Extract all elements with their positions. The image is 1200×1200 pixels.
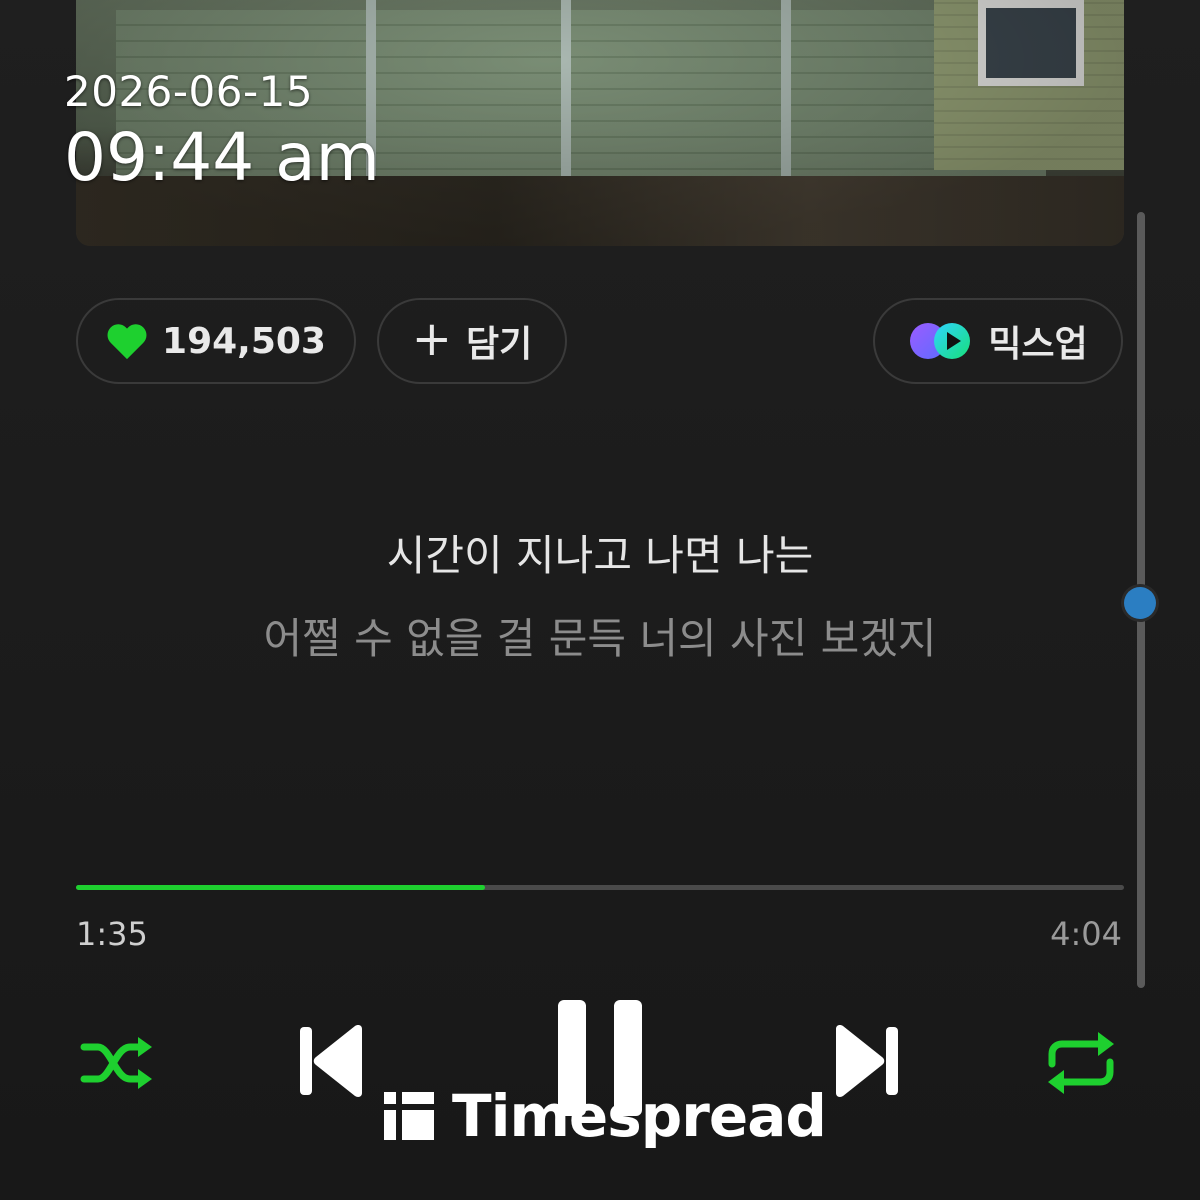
- elapsed-time: 1:35: [76, 915, 148, 953]
- watermark-logo-icon: [384, 1092, 434, 1140]
- mixup-logo-icon: [910, 323, 971, 359]
- like-button[interactable]: 194,503: [76, 298, 356, 384]
- mixup-button[interactable]: 믹스업: [873, 298, 1123, 384]
- like-count: 194,503: [162, 320, 326, 362]
- skip-previous-icon[interactable]: [298, 1023, 364, 1099]
- seek-bar[interactable]: [76, 885, 1124, 890]
- plus-icon: +: [411, 311, 452, 367]
- total-time: 4:04: [1050, 915, 1122, 953]
- timestamp-overlay: 2026-06-15 09:44 am: [64, 68, 380, 198]
- lyric-current-line[interactable]: 시간이 지나고 나면 나는: [0, 522, 1200, 583]
- add-label: 담기: [465, 324, 533, 365]
- watermark-text: Timespread: [452, 1082, 827, 1150]
- skip-next-icon[interactable]: [834, 1023, 900, 1099]
- time-text: 09:44 am: [64, 119, 380, 196]
- heart-icon: [107, 324, 147, 360]
- add-to-playlist-button[interactable]: + 담기: [377, 298, 567, 384]
- lyric-next-line[interactable]: 어쩔 수 없을 걸 문득 너의 사진 보겠지: [0, 605, 1200, 666]
- seek-bar-fill: [76, 885, 485, 890]
- mixup-label: 믹스업: [988, 324, 1088, 365]
- scrollbar-thumb[interactable]: [1124, 587, 1156, 619]
- repeat-icon[interactable]: [1044, 1030, 1118, 1096]
- shuffle-icon[interactable]: [80, 1033, 154, 1093]
- date-text: 2026-06-15: [64, 67, 314, 116]
- watermark: Timespread: [384, 1082, 827, 1150]
